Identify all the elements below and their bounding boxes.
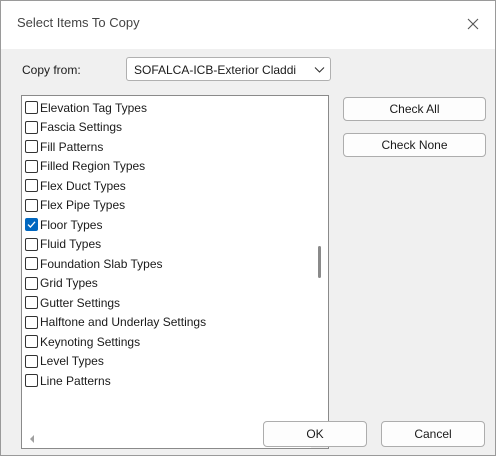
list-item-label: Line Patterns	[40, 373, 111, 388]
vertical-scroll-thumb[interactable]	[318, 246, 321, 278]
copy-from-value: SOFALCA-ICB-Exterior Claddi	[134, 63, 297, 77]
checkmark-icon	[27, 221, 36, 228]
list-item-label: Elevation Tag Types	[40, 100, 147, 115]
vertical-scrollbar[interactable]	[311, 96, 328, 430]
checkbox[interactable]	[25, 237, 38, 251]
list-item-label: Level Types	[40, 354, 104, 368]
checkbox[interactable]	[25, 198, 38, 212]
list-item[interactable]: Filled Region Types	[25, 157, 310, 176]
list-item[interactable]: Floor Types	[25, 215, 310, 234]
scroll-left-icon[interactable]	[28, 434, 36, 444]
list-item[interactable]: Level Types	[25, 352, 310, 371]
checkbox[interactable]	[25, 101, 38, 114]
checkbox[interactable]	[25, 159, 38, 173]
list-item-label: Flex Pipe Types	[40, 198, 126, 212]
dialog-content: Copy from: SOFALCA-ICB-Exterior Claddi E…	[1, 49, 495, 455]
list-item-label: Fascia Settings	[40, 120, 123, 134]
list-item-label: Filled Region Types	[40, 159, 146, 173]
close-button[interactable]	[457, 9, 489, 39]
list-item-label: Fluid Types	[40, 237, 102, 251]
check-all-button[interactable]: Check All	[343, 97, 486, 121]
copy-from-label: Copy from:	[22, 63, 81, 77]
list-item[interactable]: Foundation Slab Types	[25, 254, 310, 273]
list-item-label: Halftone and Underlay Settings	[40, 315, 207, 329]
checkbox[interactable]	[25, 140, 38, 153]
close-icon	[467, 18, 479, 30]
items-list[interactable]: Elevation Tag Types Fascia Settings Fill P…	[21, 95, 329, 449]
checkbox[interactable]	[25, 257, 38, 270]
list-item-label: Keynoting Settings	[40, 334, 141, 349]
checkbox[interactable]	[25, 335, 38, 348]
list-item[interactable]: Fluid Types	[25, 235, 310, 254]
copy-from-dropdown[interactable]: SOFALCA-ICB-Exterior Claddi	[126, 57, 331, 81]
list-item[interactable]: Line Patterns	[25, 371, 310, 390]
list-item-label: Grid Types	[40, 276, 98, 290]
checkbox[interactable]	[25, 315, 38, 329]
checkbox[interactable]	[25, 120, 38, 134]
list-item[interactable]: Fascia Settings	[25, 118, 310, 137]
list-item-label: Gutter Settings	[40, 295, 121, 310]
list-item-label: Foundation Slab Types	[40, 256, 163, 271]
title-bar: Select Items To Copy	[1, 1, 495, 49]
checkbox[interactable]	[25, 374, 38, 387]
checkbox[interactable]	[25, 354, 38, 368]
list-item-label: Fill Patterns	[40, 139, 104, 154]
list-item[interactable]: Keynoting Settings	[25, 332, 310, 351]
list-item[interactable]: Flex Duct Types	[25, 176, 310, 195]
list-item[interactable]: Gutter Settings	[25, 293, 310, 312]
list-item[interactable]: Grid Types	[25, 274, 310, 293]
items-container: Elevation Tag Types Fascia Settings Fill P…	[22, 96, 312, 430]
list-item[interactable]: Fill Patterns	[25, 137, 310, 156]
list-item[interactable]: Halftone and Underlay Settings	[25, 313, 310, 332]
cancel-button[interactable]: Cancel	[381, 421, 485, 447]
checkbox[interactable]	[25, 296, 38, 309]
list-item-label: Floor Types	[40, 217, 103, 232]
list-item-label: Flex Duct Types	[40, 178, 126, 193]
checkbox[interactable]	[25, 276, 38, 290]
check-none-button[interactable]: Check None	[343, 133, 486, 157]
chevron-down-icon	[314, 67, 325, 73]
checkbox[interactable]	[25, 179, 38, 192]
ok-button[interactable]: OK	[263, 421, 367, 447]
list-item[interactable]: Flex Pipe Types	[25, 196, 310, 215]
select-items-dialog: Select Items To Copy Copy from: SOFALCA-…	[0, 0, 496, 456]
list-item[interactable]: Elevation Tag Types	[25, 98, 310, 117]
dialog-title: Select Items To Copy	[17, 15, 140, 30]
checkbox[interactable]	[25, 218, 38, 231]
